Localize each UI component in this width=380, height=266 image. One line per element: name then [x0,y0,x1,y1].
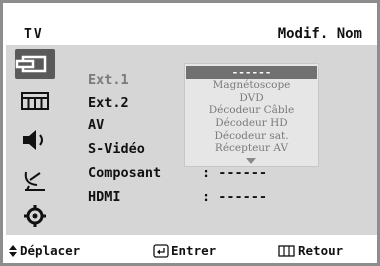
name-dropdown[interactable]: ------ Magnétoscope DVD Décodeur Câble D… [184,63,319,167]
dropdown-option[interactable]: Décodeur sat. [185,130,318,142]
enter-icon [153,243,169,258]
hint-move-label: Déplacer [20,243,81,258]
source-row-composant[interactable]: Composant : ------ [88,165,267,181]
source-row-ext1[interactable]: Ext.1 [88,72,129,88]
tv-osd-window: TV Modif. Nom Ext.1 Ext.2 AV S-Vidéo Com… [0,0,380,266]
menu-icon [278,244,295,257]
sidebar-item-channel[interactable] [15,164,55,194]
source-list-panel: Ext.1 Ext.2 AV S-Vidéo Composant : -----… [64,45,377,235]
source-row-svideo[interactable]: S-Vidéo [88,141,145,157]
sidebar-item-sound[interactable] [15,125,55,155]
dropdown-option[interactable]: Décodeur Câble [185,104,318,116]
channel-icon [24,171,45,191]
source-row-hdmi[interactable]: HDMI : ------ [88,189,267,205]
hint-enter-label: Entrer [171,243,217,258]
hint-back-label: Retour [298,243,344,258]
source-label: Ext.2 [88,95,129,111]
hint-back: Retour [278,243,343,258]
sound-icon [23,130,43,150]
source-label: HDMI [88,189,121,205]
app-label: TV [24,27,44,42]
footer-hints: Déplacer Entrer Retour [6,235,377,263]
sidebar-item-picture[interactable] [15,86,55,116]
source-row-ext2[interactable]: Ext.2 [88,95,129,111]
picture-icon [21,92,49,110]
scroll-down-arrow-icon[interactable] [246,158,256,164]
dropdown-option[interactable]: Récepteur AV [185,142,318,154]
hint-enter: Entrer [153,243,216,258]
source-label: Ext.1 [88,72,129,88]
sidebar-item-setup[interactable] [15,201,55,231]
input-icon [15,55,47,73]
hint-move: Déplacer [8,243,80,258]
source-label: S-Vidéo [88,141,145,157]
source-label: AV [88,117,105,133]
dropdown-selected-option[interactable]: ------ [186,66,317,79]
source-label: Composant [88,165,162,181]
dropdown-option[interactable]: Décodeur HD [185,117,318,129]
page-title: Modif. Nom [277,26,362,42]
sidebar [6,45,64,235]
dropdown-option[interactable]: Magnétoscope [185,79,318,91]
header-bar: TV Modif. Nom [6,6,377,49]
setup-icon [24,205,46,227]
source-row-av[interactable]: AV [88,117,104,133]
sidebar-item-input[interactable] [15,49,55,79]
source-value: : ------ [202,189,268,205]
dropdown-option[interactable]: DVD [185,92,318,104]
source-value: : ------ [202,165,268,181]
up-down-arrow-icon [9,244,17,257]
